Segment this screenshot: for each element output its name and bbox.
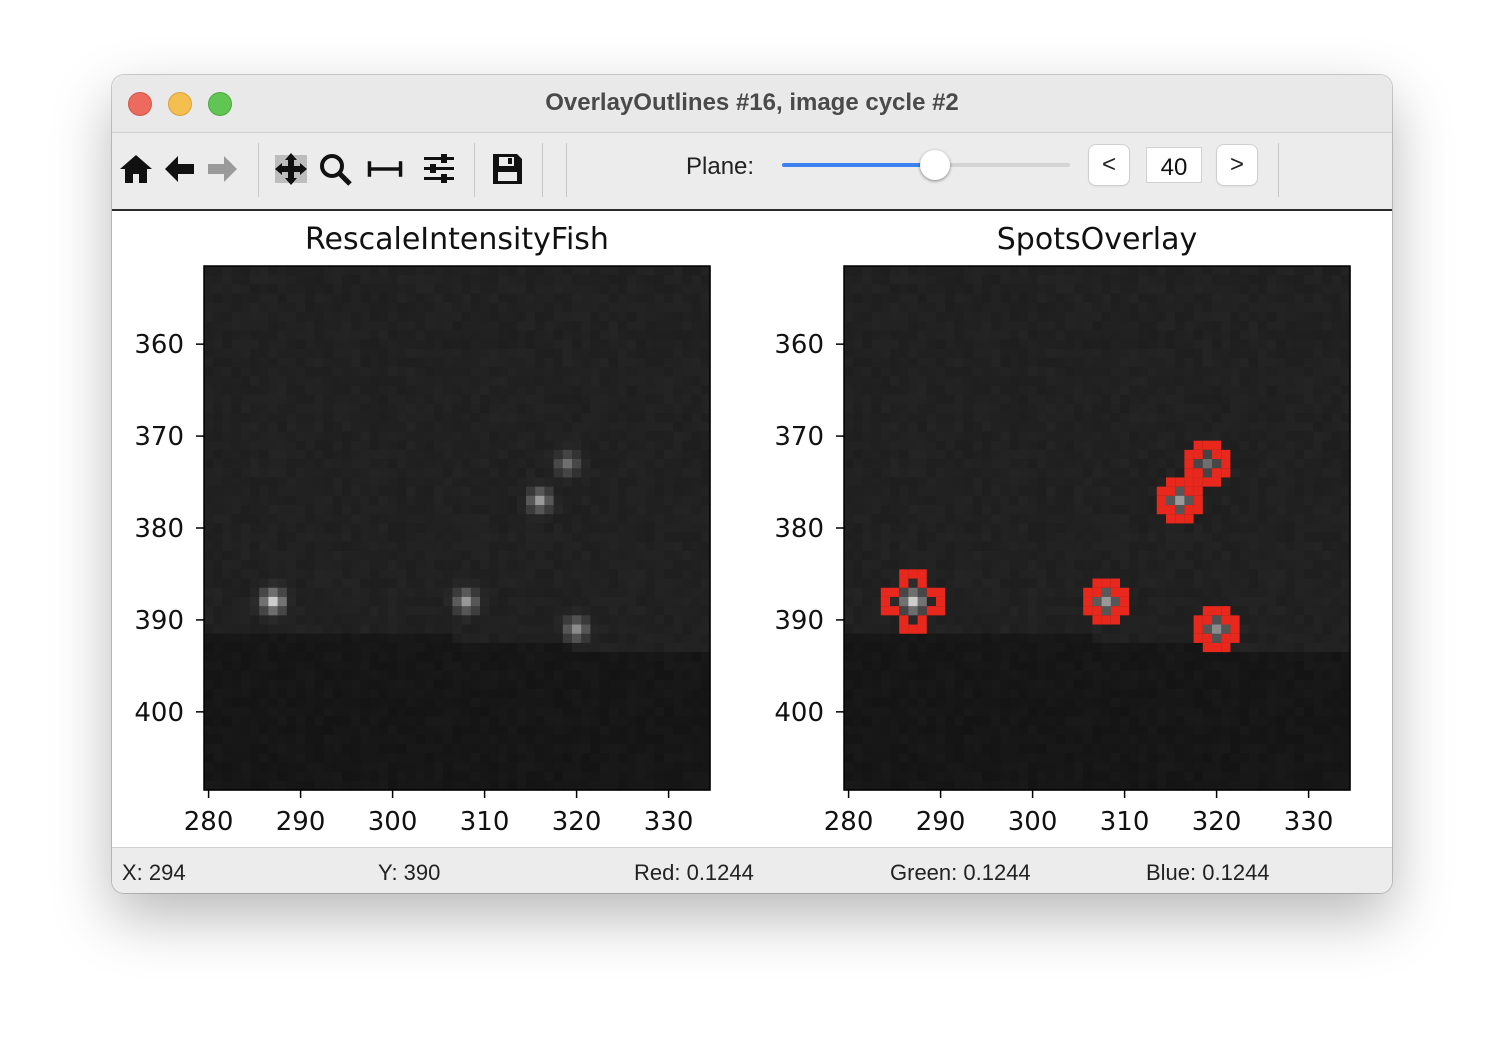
- toolbar-separator: [474, 143, 475, 197]
- figure-svg: RescaleIntensityFish 280 290 300 310 320 330 3…: [134, 222, 1351, 837]
- previous-plane-button[interactable]: <: [1089, 145, 1129, 185]
- x-tick-label: 300: [368, 807, 418, 837]
- toolbar-separator: [566, 143, 567, 197]
- subplots-icon[interactable]: [366, 149, 404, 189]
- x-tick-label: 290: [276, 807, 326, 837]
- figure-canvas[interactable]: RescaleIntensityFish 280 290 300 310 320 330 3…: [112, 211, 1392, 847]
- y-tick-label: 400: [134, 698, 184, 728]
- x-tick-label: 320: [1192, 807, 1242, 837]
- plane-number-input[interactable]: 40: [1146, 147, 1202, 183]
- toolbar-separator: [1278, 143, 1279, 197]
- plane-slider-thumb[interactable]: [919, 150, 950, 180]
- back-icon[interactable]: [160, 149, 198, 189]
- x-tick-label: 310: [1100, 807, 1150, 837]
- x-tick-label: 310: [460, 807, 510, 837]
- y-tick-label: 360: [774, 330, 824, 360]
- toolbar-separator: [542, 143, 543, 197]
- save-icon[interactable]: [488, 149, 526, 189]
- x-tick-label: 290: [916, 807, 966, 837]
- toolbar: Plane: < 40 >: [112, 133, 1392, 211]
- plot-rescale-intensity-fish[interactable]: RescaleIntensityFish 280 290 300 310 320 330 3…: [134, 222, 711, 837]
- status-y: Y: 390: [378, 860, 441, 885]
- status-x: X: 294: [122, 860, 186, 885]
- y-tick-label: 380: [134, 514, 184, 544]
- x-tick-label: 300: [1008, 807, 1058, 837]
- y-tick-label: 400: [774, 698, 824, 728]
- y-tick-label: 360: [134, 330, 184, 360]
- y-tick-label: 370: [134, 422, 184, 452]
- y-tick-label: 380: [774, 514, 824, 544]
- image-pixels: [204, 266, 711, 791]
- window-title: OverlayOutlines #16, image cycle #2: [545, 89, 959, 116]
- configure-icon[interactable]: [420, 149, 458, 189]
- title-bar: OverlayOutlines #16, image cycle #2: [112, 75, 1392, 133]
- status-bar: X: 294 Y: 390 Red: 0.1244 Green: 0.1244 …: [112, 847, 1392, 893]
- plane-slider[interactable]: [782, 150, 1070, 180]
- forward-icon[interactable]: [204, 149, 242, 189]
- y-tick-label: 370: [774, 422, 824, 452]
- plane-slider-fill: [782, 163, 935, 167]
- x-tick-label: 330: [1284, 807, 1334, 837]
- status-red: Red: 0.1244: [634, 860, 754, 885]
- home-icon[interactable]: [117, 149, 155, 189]
- next-plane-button[interactable]: >: [1217, 145, 1257, 185]
- plot-title: RescaleIntensityFish: [305, 222, 609, 257]
- status-blue: Blue: 0.1244: [1146, 860, 1270, 885]
- x-tick-label: 280: [184, 807, 234, 837]
- x-tick-label: 280: [824, 807, 874, 837]
- y-tick-label: 390: [134, 606, 184, 636]
- plane-label: Plane:: [686, 153, 755, 180]
- pan-icon[interactable]: [272, 149, 310, 189]
- x-tick-label: 320: [552, 807, 602, 837]
- x-tick-label: 330: [644, 807, 694, 837]
- plot-title: SpotsOverlay: [997, 222, 1197, 257]
- y-tick-label: 390: [774, 606, 824, 636]
- zoom-icon[interactable]: [316, 149, 354, 189]
- status-green: Green: 0.1244: [890, 860, 1031, 885]
- toolbar-separator: [258, 143, 259, 197]
- image-pixels: [844, 266, 1351, 791]
- plot-spots-overlay[interactable]: SpotsOverlay 280 290 300 310 320 330 360 370 380…: [774, 222, 1351, 837]
- app-window: OverlayOutlines #16, image cycle #2 Plan…: [112, 75, 1392, 893]
